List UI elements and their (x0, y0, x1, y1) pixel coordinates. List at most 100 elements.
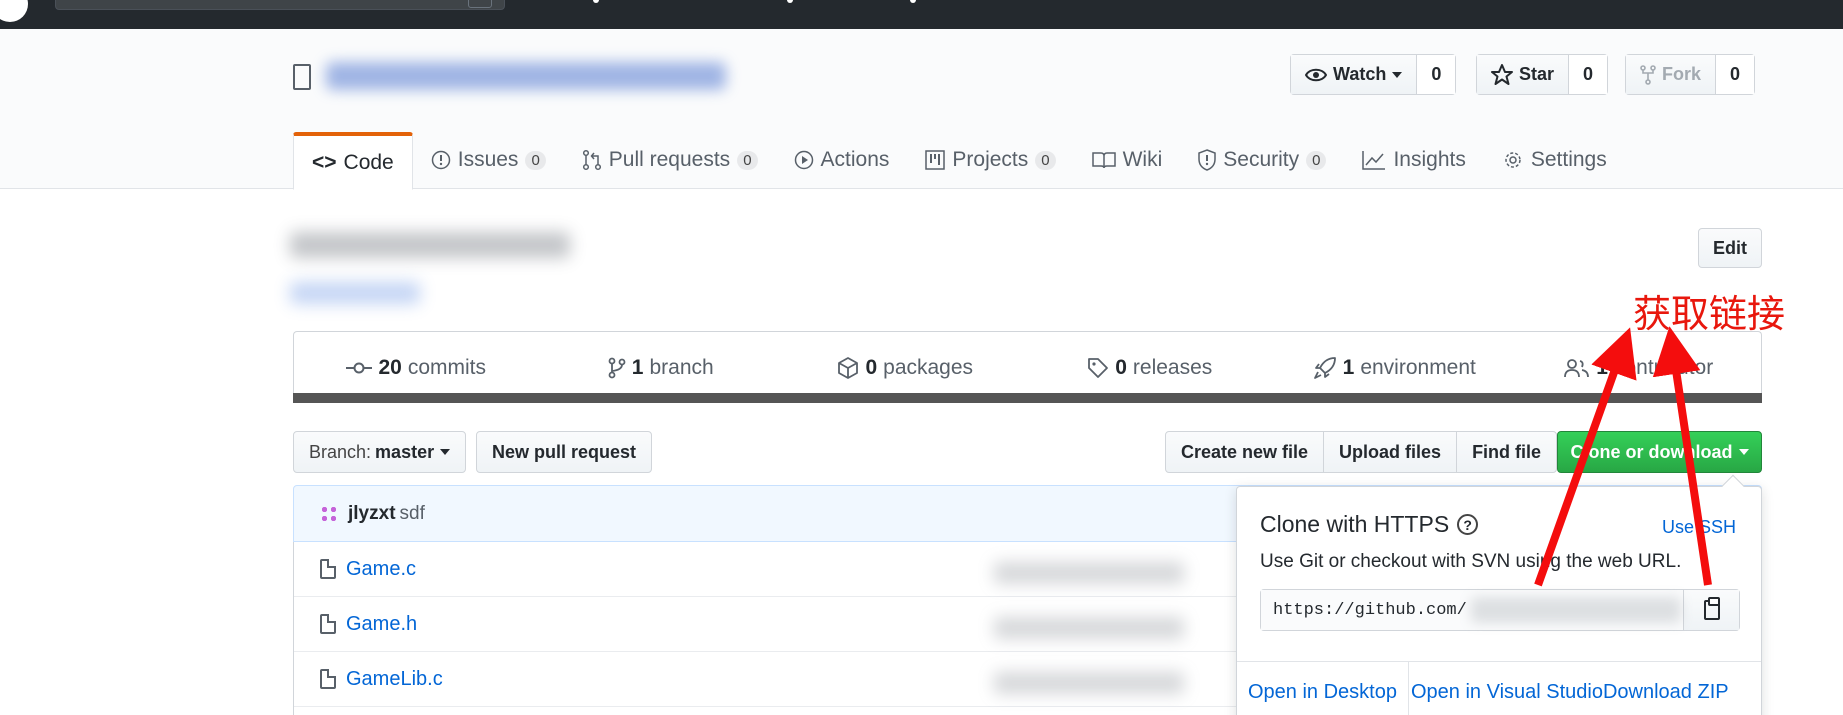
search-shortcut-hint (468, 0, 492, 8)
gear-icon (1505, 152, 1521, 168)
edit-description-button[interactable]: Edit (1698, 228, 1762, 268)
clone-url-input[interactable]: https://github.com/ (1261, 590, 1683, 630)
clone-dropdown: Clone with HTTPS ? Use SSH Use Git or ch… (1236, 474, 1762, 715)
tab-counter: 0 (1035, 150, 1056, 170)
commit-message-redacted (994, 562, 1184, 584)
header-nav-item[interactable] (910, 0, 924, 3)
header-nav-item[interactable] (593, 0, 607, 3)
issue-icon (431, 150, 450, 170)
tab-counter: 0 (1306, 150, 1327, 170)
file-actions-group: Create new file Upload files Find file (1165, 431, 1558, 473)
tab-wiki[interactable]: Wiki (1074, 130, 1181, 190)
language-bar[interactable] (293, 393, 1762, 403)
contributors-count: 1 (1596, 355, 1608, 379)
repo-icon (293, 64, 311, 90)
caret-down-icon (1392, 71, 1403, 78)
star-label: Star (1519, 64, 1555, 84)
tab-label: Code (343, 150, 394, 174)
file-icon (320, 559, 336, 579)
tab-counter: 0 (737, 150, 758, 170)
graph-icon (1362, 151, 1386, 170)
contributors-label: contributor (1613, 355, 1714, 379)
tab-label: Insights (1393, 148, 1466, 171)
fork-count[interactable]: 0 (1715, 55, 1755, 94)
watch-label: Watch (1333, 64, 1387, 84)
tab-pull-requests[interactable]: Pull requests 0 (564, 130, 776, 190)
global-header (0, 0, 1843, 29)
github-logo-icon[interactable] (0, 0, 28, 22)
book-icon (1091, 152, 1116, 169)
people-icon (1564, 358, 1590, 377)
branch-select-button[interactable]: Branch: master (293, 431, 467, 473)
clone-url-text: https://github.com/ (1273, 600, 1467, 620)
new-pull-request-button[interactable]: New pull request (476, 431, 653, 473)
tab-issues[interactable]: Issues 0 (413, 130, 564, 190)
clone-subtitle: Use Git or checkout with SVN using the w… (1260, 551, 1682, 572)
package-icon (838, 356, 859, 379)
project-icon (925, 150, 946, 170)
tab-security[interactable]: Security 0 (1180, 130, 1344, 190)
watch-count[interactable]: 0 (1416, 55, 1456, 94)
releases-count: 0 (1115, 355, 1127, 379)
tab-label: Settings (1530, 148, 1607, 171)
watch-button-group: Watch 0 (1290, 54, 1457, 95)
fork-icon (1640, 64, 1656, 85)
fork-button[interactable]: Fork (1626, 55, 1716, 94)
commits-label: commits (407, 355, 487, 379)
open-in-desktop-link[interactable]: Open in Desktop (1237, 662, 1397, 715)
branches-label: branch (649, 355, 714, 379)
file-name[interactable]: GameLib.c (346, 668, 443, 691)
file-name[interactable]: Game.c (346, 558, 416, 581)
environments-label: environment (1360, 355, 1476, 379)
watch-button[interactable]: Watch (1291, 55, 1417, 94)
tab-insights[interactable]: Insights (1344, 130, 1483, 190)
repo-topics-redacted[interactable] (290, 282, 420, 304)
avatar[interactable] (320, 504, 338, 523)
file-icon (320, 669, 336, 689)
use-ssh-link[interactable]: Use SSH (1662, 517, 1736, 538)
star-count[interactable]: 0 (1568, 55, 1608, 94)
tag-icon (1088, 357, 1109, 378)
repo-nav-tabs: <> Code Issues 0 Pull requests 0 Actions… (293, 130, 1625, 190)
tab-projects[interactable]: Projects 0 (907, 130, 1073, 190)
search-input[interactable] (55, 0, 505, 10)
shield-icon (1198, 149, 1217, 171)
branch-icon (608, 357, 626, 378)
repo-title-redacted[interactable] (326, 62, 726, 90)
tab-actions[interactable]: Actions (776, 130, 908, 190)
star-button-group: Star 0 (1476, 54, 1609, 95)
fork-label: Fork (1662, 64, 1702, 84)
dropdown-caret (1721, 474, 1745, 498)
commit-author[interactable]: jlyzxt (348, 503, 396, 525)
file-name[interactable]: Game.h (346, 613, 417, 636)
clone-title: Clone with HTTPS ? (1260, 511, 1479, 538)
copy-url-button[interactable] (1683, 590, 1739, 630)
clone-or-download-label: Clone or download (1570, 441, 1733, 462)
download-zip-link[interactable]: Download ZIP (1603, 662, 1729, 715)
tab-label: Security (1223, 148, 1300, 171)
packages-count: 0 (865, 355, 878, 379)
header-nav-item[interactable] (787, 0, 801, 3)
upload-files-button[interactable]: Upload files (1323, 432, 1456, 472)
clone-or-download-button[interactable]: Clone or download (1557, 431, 1762, 473)
branches-count: 1 (631, 355, 644, 379)
open-in-visual-studio-link[interactable]: Open in Visual Studio (1407, 662, 1603, 715)
caret-down-icon (1738, 449, 1749, 455)
tab-label: Pull requests (608, 148, 731, 171)
question-icon[interactable]: ? (1457, 514, 1479, 535)
branch-prefix: Branch: (309, 441, 372, 462)
tab-settings[interactable]: Settings (1484, 130, 1625, 190)
branch-name: master (375, 441, 435, 462)
pull-request-icon (582, 149, 601, 171)
create-new-file-button[interactable]: Create new file (1166, 432, 1323, 472)
commit-message[interactable]: sdf (400, 503, 425, 525)
tab-code[interactable]: <> Code (293, 132, 413, 190)
tab-label: Actions (820, 148, 890, 171)
star-icon (1491, 64, 1513, 85)
tab-label: Projects (952, 148, 1029, 171)
releases-label: releases (1132, 355, 1213, 379)
clone-url-field[interactable]: https://github.com/ (1260, 589, 1740, 631)
tab-counter: 0 (525, 150, 546, 170)
star-button[interactable]: Star (1477, 55, 1569, 94)
find-file-button[interactable]: Find file (1456, 432, 1556, 472)
